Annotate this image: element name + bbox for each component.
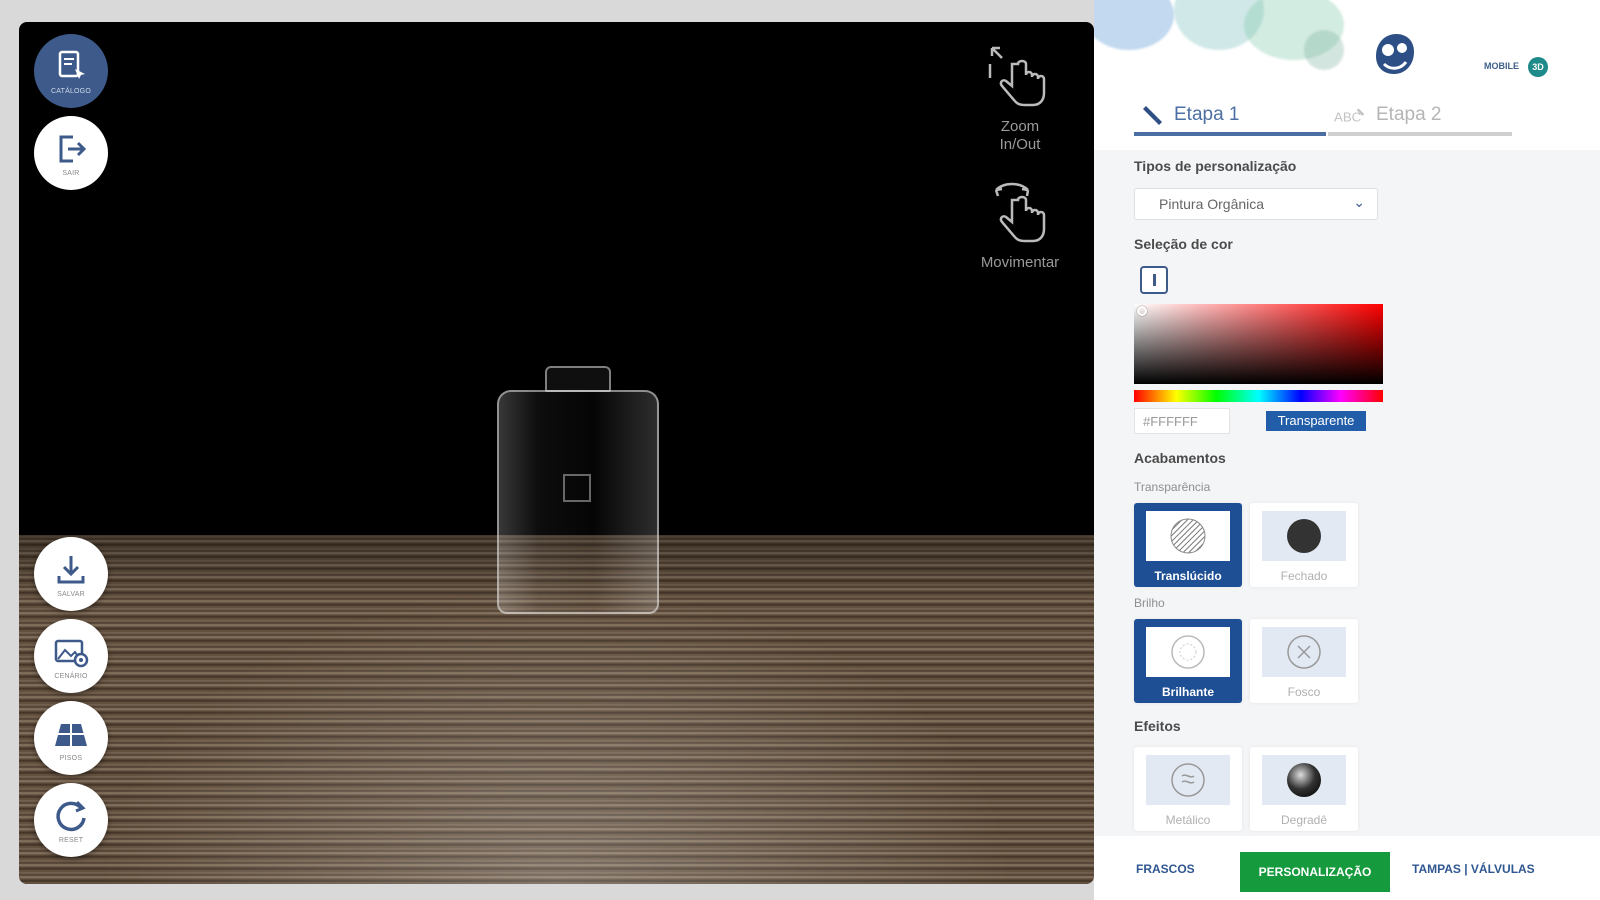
- eyedropper-icon[interactable]: [1140, 266, 1168, 294]
- tab-step-1-label: Etapa 1: [1174, 104, 1240, 125]
- move-hint-label: Movimentar: [980, 254, 1060, 271]
- color-saturation-picker[interactable]: [1134, 304, 1383, 384]
- customization-type-value: Pintura Orgânica: [1159, 196, 1265, 212]
- scene-label: Cenário: [54, 673, 88, 680]
- scene-button[interactable]: Cenário: [34, 619, 108, 693]
- option-metallic[interactable]: Metálico: [1134, 747, 1242, 831]
- save-button[interactable]: Salvar: [34, 537, 108, 611]
- tab-step-2[interactable]: ABC Etapa 2: [1328, 98, 1512, 136]
- glossy-circle-icon: [1171, 635, 1205, 669]
- matte-x-circle-icon: [1287, 635, 1321, 669]
- customization-panel: MOBILE 3D Etapa 1 ABC Etapa 2 Tipos de p…: [1094, 0, 1600, 900]
- customization-types-title: Tipos de personalização: [1134, 158, 1297, 174]
- option-glossy[interactable]: Brilhante: [1134, 619, 1242, 703]
- zoom-hint-line2: In/Out: [999, 136, 1041, 153]
- svg-text:ABC: ABC: [1334, 110, 1362, 125]
- glass-bottle-model[interactable]: [497, 366, 659, 614]
- catalog-icon: [58, 50, 85, 79]
- panel-header: MOBILE 3D Etapa 1 ABC Etapa 2: [1094, 0, 1600, 150]
- exit-icon: [59, 135, 87, 163]
- reset-label: Reset: [58, 837, 84, 844]
- floor-label: Pisos: [59, 755, 83, 762]
- option-label: Metálico: [1165, 813, 1211, 827]
- gradient-sphere-icon: [1287, 763, 1321, 797]
- decorative-splash: [1304, 30, 1344, 70]
- tab-step-2-label: Etapa 2: [1376, 104, 1442, 125]
- option-icon-box: [1146, 511, 1230, 561]
- metallic-circle-icon: [1171, 763, 1205, 797]
- scene-settings-icon: [54, 639, 89, 668]
- floor-tiles-icon: [55, 724, 87, 746]
- option-closed[interactable]: Fechado: [1250, 503, 1358, 587]
- brand-wordmark: [1430, 28, 1437, 54]
- pinch-zoom-icon: [988, 46, 1046, 107]
- brand-sub-label: MOBILE: [1484, 61, 1519, 71]
- save-label: Salvar: [57, 591, 85, 598]
- step-tabs: Etapa 1 ABC Etapa 2: [1134, 98, 1514, 136]
- chevron-down-icon: ⌄: [1353, 194, 1365, 210]
- exit-button[interactable]: Sair: [34, 116, 108, 190]
- option-matte[interactable]: Fosco: [1250, 619, 1358, 703]
- color-picker-knob[interactable]: [1137, 306, 1147, 316]
- option-label: Fechado: [1280, 569, 1328, 583]
- bottle-mark: [563, 474, 591, 502]
- bottom-navigation: FRASCOS PERSONALIZAÇÃO TAMPAS | VÁLVULAS: [1094, 836, 1600, 900]
- option-icon-box: [1262, 755, 1346, 805]
- catalog-button[interactable]: Catálogo: [34, 34, 108, 108]
- floor-button[interactable]: Pisos: [34, 701, 108, 775]
- finishes-title: Acabamentos: [1134, 450, 1226, 466]
- color-selection-title: Seleção de cor: [1134, 236, 1233, 252]
- customization-type-select[interactable]: Pintura Orgânica ⌄: [1134, 188, 1378, 220]
- brand-badge: 3D: [1528, 57, 1548, 77]
- exit-label: Sair: [62, 170, 80, 177]
- option-gradient[interactable]: Degradê: [1250, 747, 1358, 831]
- option-label: Brilhante: [1161, 685, 1214, 699]
- nav-bottles[interactable]: FRASCOS: [1136, 862, 1195, 876]
- move-hint: Movimentar: [965, 174, 1075, 272]
- option-label: Degradê: [1280, 813, 1328, 827]
- paint-brush-icon: [1143, 106, 1162, 125]
- download-icon: [57, 556, 85, 584]
- solid-circle-icon: [1287, 519, 1321, 553]
- nav-caps-valves[interactable]: TAMPAS | VÁLVULAS: [1412, 862, 1535, 876]
- nav-personalization[interactable]: PERSONALIZAÇÃO: [1240, 852, 1390, 892]
- zoom-hint: Zoom In/Out: [965, 38, 1075, 154]
- option-icon-box: [1262, 627, 1346, 677]
- text-pen-icon: ABC: [1334, 108, 1365, 125]
- translucent-pattern-icon: [1170, 518, 1206, 554]
- tab-step-1[interactable]: Etapa 1: [1134, 98, 1326, 136]
- reset-button[interactable]: Reset: [34, 783, 108, 857]
- brand-logo-icon: [1376, 34, 1414, 74]
- option-label: Translúcido: [1154, 569, 1222, 583]
- option-icon-box: [1262, 511, 1346, 561]
- option-label: Fosco: [1287, 685, 1321, 699]
- option-translucent[interactable]: Translúcido: [1134, 503, 1242, 587]
- reset-icon: [56, 800, 86, 832]
- gloss-subtitle: Brilho: [1134, 596, 1165, 610]
- bottle-neck: [545, 366, 611, 392]
- 3d-viewport[interactable]: Catálogo Sair Salvar Cenário Pisos: [19, 22, 1094, 884]
- option-icon-box: [1146, 755, 1230, 805]
- transparency-subtitle: Transparência: [1134, 480, 1211, 494]
- bottle-body: [497, 390, 659, 614]
- hex-color-input[interactable]: #FFFFFF: [1134, 408, 1230, 434]
- decorative-splash: [1094, 0, 1174, 50]
- transparent-button[interactable]: Transparente: [1266, 411, 1366, 431]
- hue-slider[interactable]: [1134, 390, 1383, 402]
- zoom-hint-line1: Zoom: [1000, 118, 1040, 135]
- catalog-label: Catálogo: [51, 88, 91, 95]
- drag-gesture-icon: [994, 182, 1046, 243]
- effects-title: Efeitos: [1134, 718, 1181, 734]
- option-icon-box: [1146, 627, 1230, 677]
